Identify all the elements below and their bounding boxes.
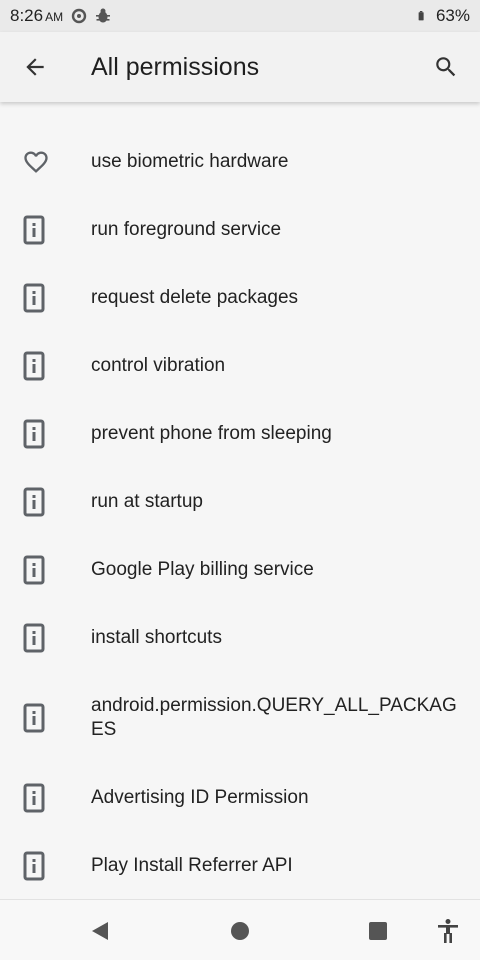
permission-list: use biometric hardware run foreground se… <box>0 128 480 900</box>
permission-item[interactable]: install shortcuts <box>0 604 480 672</box>
back-button[interactable] <box>0 32 70 102</box>
status-clock: 8:26 AM <box>10 6 63 26</box>
home-circle-icon <box>231 921 249 940</box>
navigation-bar <box>0 899 480 960</box>
recents-square-icon <box>369 921 387 940</box>
clock-ampm: AM <box>45 10 64 24</box>
permission-item[interactable]: run at startup <box>0 468 480 536</box>
bug-icon <box>96 8 111 23</box>
permission-label: Advertising ID Permission <box>91 787 309 808</box>
phone-info-icon <box>0 283 91 313</box>
permission-label: Google Play billing service <box>91 559 314 580</box>
nav-back-button[interactable] <box>70 900 130 960</box>
permission-item[interactable]: use biometric hardware <box>0 128 480 196</box>
nav-accessibility-button[interactable] <box>418 900 478 960</box>
phone-info-icon <box>0 555 91 585</box>
app-bar: All permissions <box>0 32 480 102</box>
heart-outline-icon <box>0 148 91 176</box>
status-bar: 8:26 AM 63% <box>0 0 480 32</box>
permission-label: run foreground service <box>91 219 282 240</box>
permission-label: install shortcuts <box>91 627 222 648</box>
status-left: 8:26 AM <box>10 6 111 26</box>
phone-info-icon <box>0 419 91 449</box>
status-right: 63% <box>418 6 470 26</box>
permission-label: run at startup <box>91 491 203 512</box>
permission-item[interactable]: control vibration <box>0 332 480 400</box>
permission-item[interactable]: Play Install Referrer API <box>0 832 480 900</box>
back-triangle-icon <box>92 921 108 940</box>
sync-icon <box>71 8 87 24</box>
permission-item[interactable]: Advertising ID Permission <box>0 764 480 832</box>
permission-item[interactable]: prevent phone from sleeping <box>0 400 480 468</box>
permission-label: android.permission.QUERY_ALL_PACKAGES <box>91 695 457 740</box>
battery-percent: 63% <box>435 6 470 25</box>
page-title: All permissions <box>91 52 260 81</box>
accessibility-icon <box>438 918 458 943</box>
phone-info-icon <box>0 703 91 733</box>
permission-label: control vibration <box>91 355 226 376</box>
phone-info-icon <box>0 487 91 517</box>
permission-label: prevent phone from sleeping <box>91 423 332 444</box>
phone-info-icon <box>0 215 91 245</box>
nav-home-button[interactable] <box>210 900 270 960</box>
permission-item[interactable]: request delete packages <box>0 264 480 332</box>
phone-info-icon <box>0 783 91 813</box>
permission-label: use biometric hardware <box>91 151 289 172</box>
permission-label: Play Install Referrer API <box>91 855 293 876</box>
permission-label: request delete packages <box>91 287 299 308</box>
nav-recents-button[interactable] <box>348 900 408 960</box>
permission-item[interactable]: android.permission.QUERY_ALL_PACKAGES <box>0 672 480 764</box>
phone-info-icon <box>0 351 91 381</box>
permission-item[interactable]: run foreground service <box>0 196 480 264</box>
clock-time: 8:26 <box>10 6 44 25</box>
battery-icon <box>418 11 424 21</box>
arrow-back-icon <box>26 58 44 76</box>
phone-info-icon <box>0 623 91 653</box>
phone-info-icon <box>0 851 91 881</box>
permission-item[interactable]: Google Play billing service <box>0 536 480 604</box>
search-icon <box>436 57 456 77</box>
search-button[interactable] <box>416 32 476 102</box>
